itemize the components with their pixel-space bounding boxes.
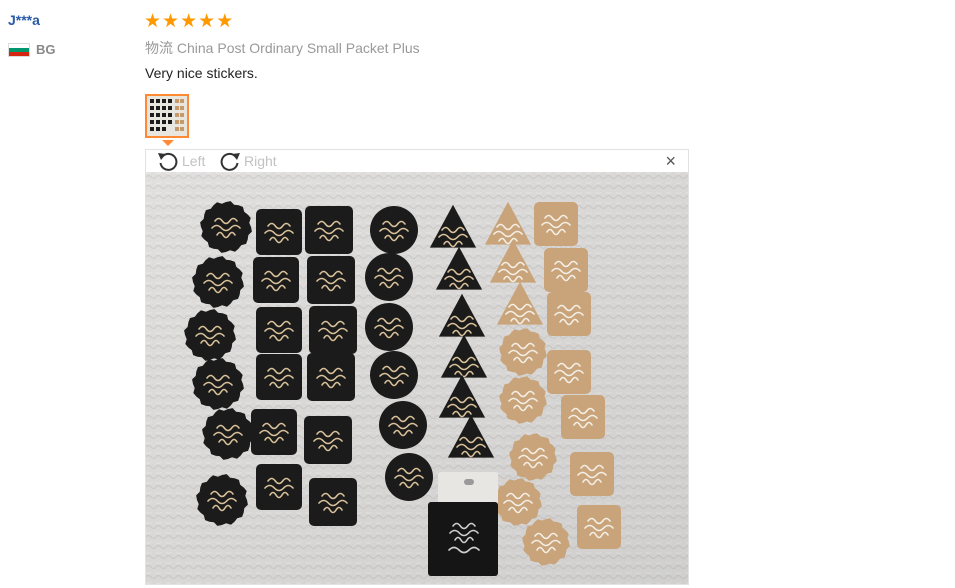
star-icon: ★ [144, 11, 162, 32]
sticker [304, 416, 352, 464]
shipping-method: China Post Ordinary Small Packet Plus [176, 40, 420, 56]
sticker-box [428, 472, 498, 576]
sticker [256, 354, 302, 400]
sticker [534, 202, 578, 246]
rotate-right-button[interactable]: Right [218, 150, 277, 172]
country-code: BG [36, 42, 56, 57]
sticker [547, 292, 591, 336]
thumbnail-image [147, 96, 187, 136]
sticker [256, 464, 302, 510]
sticker [577, 505, 621, 549]
rotate-right-icon [220, 152, 240, 171]
sticker [309, 478, 357, 526]
sticker [365, 303, 413, 351]
rotate-left-label: Left [182, 153, 206, 169]
shipping-label: 物流 [145, 40, 173, 56]
sticker [370, 351, 418, 399]
sticker [307, 353, 355, 401]
star-icon: ★ [198, 11, 216, 32]
review-photo [146, 172, 688, 584]
sticker [365, 253, 413, 301]
reviewer-name: J***a [8, 12, 40, 28]
viewer-toolbar: Left Right × [146, 150, 688, 172]
shipping-info: 物流 China Post Ordinary Small Packet Plus [145, 38, 420, 58]
close-icon[interactable]: × [665, 152, 676, 170]
reviewer-country: BG [8, 42, 56, 57]
rotate-left-icon [158, 152, 178, 171]
rotate-left-button[interactable]: Left [156, 150, 205, 172]
sticker [561, 395, 605, 439]
sticker [256, 209, 302, 255]
photo-viewer: Left Right × [145, 149, 689, 585]
rotate-right-label: Right [244, 153, 277, 169]
star-icon: ★ [162, 11, 180, 32]
sticker [305, 206, 353, 254]
sticker [309, 306, 357, 354]
sticker [544, 248, 588, 292]
sticker [251, 409, 297, 455]
sticker [379, 401, 427, 449]
sticker [385, 453, 433, 501]
sticker [307, 256, 355, 304]
thumbnail-pointer [162, 140, 174, 146]
star-rating: ★ ★ ★ ★ ★ [144, 12, 233, 31]
review-photo-thumbnail[interactable] [145, 94, 189, 138]
sticker [547, 350, 591, 394]
sticker [253, 257, 299, 303]
sticker-photo [146, 172, 688, 584]
star-icon: ★ [180, 11, 198, 32]
bulgaria-flag-icon [8, 42, 30, 57]
sticker [256, 307, 302, 353]
review-text: Very nice stickers. [145, 65, 258, 81]
star-icon: ★ [216, 11, 234, 32]
sticker [570, 452, 614, 496]
sticker [370, 206, 418, 254]
